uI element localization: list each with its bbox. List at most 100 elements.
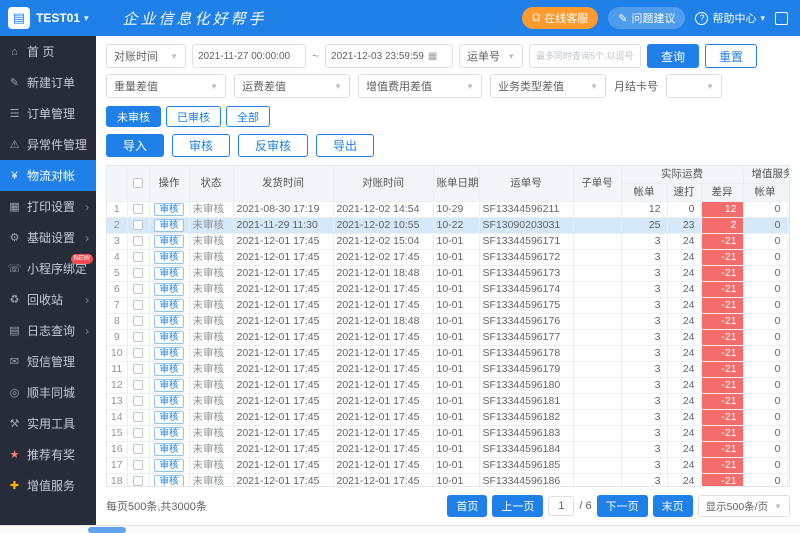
table-row[interactable]: 5审核未审核2021-12-01 17:452021-12-01 18:4810… [107, 266, 790, 282]
row-checkbox[interactable] [133, 236, 143, 246]
biz-type-diff-select[interactable]: 业务类型差值 ▼ [490, 74, 606, 98]
table-row[interactable]: 15审核未审核2021-12-01 17:452021-12-01 17:451… [107, 426, 790, 442]
row-checkbox[interactable] [133, 364, 143, 374]
next-page-button[interactable]: 下一页 [597, 495, 648, 517]
sidebar-item-sf-city[interactable]: ◎顺丰同城 [0, 377, 96, 408]
horizontal-scrollbar[interactable] [0, 525, 800, 533]
table-row[interactable]: 12审核未审核2021-12-01 17:452021-12-01 17:451… [107, 378, 790, 394]
tab-all[interactable]: 全部 [226, 106, 270, 127]
help-center-button[interactable]: ? 帮助中心 ▾ [695, 10, 765, 26]
audit-row-button[interactable]: 审核 [154, 267, 183, 280]
row-checkbox[interactable] [133, 476, 143, 486]
fullscreen-icon[interactable] [775, 12, 788, 25]
vas-fee-diff-select[interactable]: 增值费用差值 ▼ [358, 74, 482, 98]
table-row[interactable]: 2审核未审核2021-11-29 11:302021-12-02 10:5510… [107, 218, 790, 234]
sidebar-item-miniprogram-bind[interactable]: ☏小程序绑定NEW [0, 253, 96, 284]
audit-row-button[interactable]: 审核 [154, 475, 183, 487]
row-checkbox[interactable] [133, 284, 143, 294]
audit-row-button[interactable]: 审核 [154, 443, 183, 456]
row-checkbox[interactable] [133, 204, 143, 214]
table-row[interactable]: 3审核未审核2021-12-01 17:452021-12-02 15:0410… [107, 234, 790, 250]
table-row[interactable]: 11审核未审核2021-12-01 17:452021-12-01 17:451… [107, 362, 790, 378]
audit-row-button[interactable]: 审核 [154, 331, 183, 344]
row-checkbox[interactable] [133, 332, 143, 342]
row-checkbox[interactable] [133, 348, 143, 358]
table-row[interactable]: 7审核未审核2021-12-01 17:452021-12-01 17:4510… [107, 298, 790, 314]
sidebar-item-new-order[interactable]: ✎新建订单 [0, 67, 96, 98]
sidebar-item-print-settings[interactable]: ▦打印设置› [0, 191, 96, 222]
row-checkbox[interactable] [133, 300, 143, 310]
sidebar-item-referral[interactable]: ★推荐有奖 [0, 439, 96, 470]
monthly-card-select[interactable]: ▼ [666, 74, 722, 98]
waybill-search-input[interactable] [529, 44, 641, 68]
last-page-button[interactable]: 末页 [653, 495, 693, 517]
sidebar-item-logistics-recon[interactable]: ¥物流对帐 [0, 160, 96, 191]
sidebar-item-vas[interactable]: ✚增值服务 [0, 470, 96, 501]
row-checkbox[interactable] [133, 396, 143, 406]
select-all-checkbox[interactable] [133, 178, 143, 188]
sidebar-item-order-mgmt[interactable]: ☰订单管理 [0, 98, 96, 129]
date-to-input[interactable]: 2021-12-03 23:59:59 ▦ [325, 44, 453, 68]
sidebar-item-log-query[interactable]: ▤日志查询› [0, 315, 96, 346]
account-switcher[interactable]: TEST01 ▾ [36, 11, 89, 25]
audit-row-button[interactable]: 审核 [154, 395, 183, 408]
weight-diff-select[interactable]: 重量差值 ▼ [106, 74, 226, 98]
row-checkbox[interactable] [133, 220, 143, 230]
sidebar-item-tools[interactable]: ⚒实用工具 [0, 408, 96, 439]
audit-row-button[interactable]: 审核 [154, 379, 183, 392]
audit-row-button[interactable]: 审核 [154, 427, 183, 440]
prev-page-button[interactable]: 上一页 [492, 495, 543, 517]
waybill-type-select[interactable]: 运单号 ▼ [459, 44, 523, 68]
import-button[interactable]: 导入 [106, 134, 164, 157]
audit-row-button[interactable]: 审核 [154, 251, 183, 264]
row-checkbox[interactable] [133, 428, 143, 438]
row-checkbox[interactable] [133, 412, 143, 422]
table-row[interactable]: 9审核未审核2021-12-01 17:452021-12-01 17:4510… [107, 330, 790, 346]
unaudit-button[interactable]: 反审核 [238, 134, 308, 157]
row-checkbox[interactable] [133, 252, 143, 262]
scrollbar-thumb[interactable] [88, 527, 126, 533]
table-row[interactable]: 8审核未审核2021-12-01 17:452021-12-01 18:4810… [107, 314, 790, 330]
sidebar-item-home[interactable]: ⌂首 页 [0, 36, 96, 67]
reset-button[interactable]: 重置 [705, 44, 757, 68]
table-row[interactable]: 18审核未审核2021-12-01 17:452021-12-01 17:451… [107, 474, 790, 488]
tab-unaudited[interactable]: 未审核 [106, 106, 161, 127]
audit-button[interactable]: 审核 [172, 134, 230, 157]
table-row[interactable]: 4审核未审核2021-12-01 17:452021-12-02 17:4510… [107, 250, 790, 266]
tab-audited[interactable]: 已审核 [166, 106, 221, 127]
table-row[interactable]: 17审核未审核2021-12-01 17:452021-12-01 17:451… [107, 458, 790, 474]
table-row[interactable]: 6审核未审核2021-12-01 17:452021-12-01 17:4510… [107, 282, 790, 298]
table-row[interactable]: 1审核未审核2021-08-30 17:192021-12-02 14:5410… [107, 202, 790, 218]
search-button[interactable]: 查询 [647, 44, 699, 68]
audit-row-button[interactable]: 审核 [154, 363, 183, 376]
table-row[interactable]: 13审核未审核2021-12-01 17:452021-12-01 17:451… [107, 394, 790, 410]
feedback-button[interactable]: ✎ 问题建议 [608, 7, 685, 29]
date-from-input[interactable]: 2021-11-27 00:00:00 [192, 44, 306, 68]
sidebar-item-exception-mgmt[interactable]: ⚠异常件管理 [0, 129, 96, 160]
audit-row-button[interactable]: 审核 [154, 459, 183, 472]
first-page-button[interactable]: 首页 [447, 495, 487, 517]
export-button[interactable]: 导出 [316, 134, 374, 157]
row-checkbox[interactable] [133, 268, 143, 278]
audit-row-button[interactable]: 审核 [154, 283, 183, 296]
audit-row-button[interactable]: 审核 [154, 299, 183, 312]
audit-row-button[interactable]: 审核 [154, 347, 183, 360]
sidebar-item-recycle-bin[interactable]: ♻回收站› [0, 284, 96, 315]
row-checkbox[interactable] [133, 316, 143, 326]
freight-diff-select[interactable]: 运费差值 ▼ [234, 74, 350, 98]
page-input[interactable] [548, 496, 574, 516]
table-row[interactable]: 10审核未审核2021-12-01 17:452021-12-01 17:451… [107, 346, 790, 362]
audit-row-button[interactable]: 审核 [154, 203, 183, 216]
sidebar-item-sms-mgmt[interactable]: ✉短信管理 [0, 346, 96, 377]
online-service-button[interactable]: Ω 在线客服 [522, 7, 598, 29]
sidebar-item-basic-settings[interactable]: ⚙基础设置› [0, 222, 96, 253]
row-checkbox[interactable] [133, 460, 143, 470]
audit-row-button[interactable]: 审核 [154, 219, 183, 232]
row-checkbox[interactable] [133, 380, 143, 390]
audit-row-button[interactable]: 审核 [154, 315, 183, 328]
audit-row-button[interactable]: 审核 [154, 235, 183, 248]
row-checkbox[interactable] [133, 444, 143, 454]
table-row[interactable]: 14审核未审核2021-12-01 17:452021-12-01 17:451… [107, 410, 790, 426]
recon-time-type-select[interactable]: 对账时间 ▼ [106, 44, 186, 68]
page-size-select[interactable]: 显示500条/页 ▼ [698, 495, 790, 517]
